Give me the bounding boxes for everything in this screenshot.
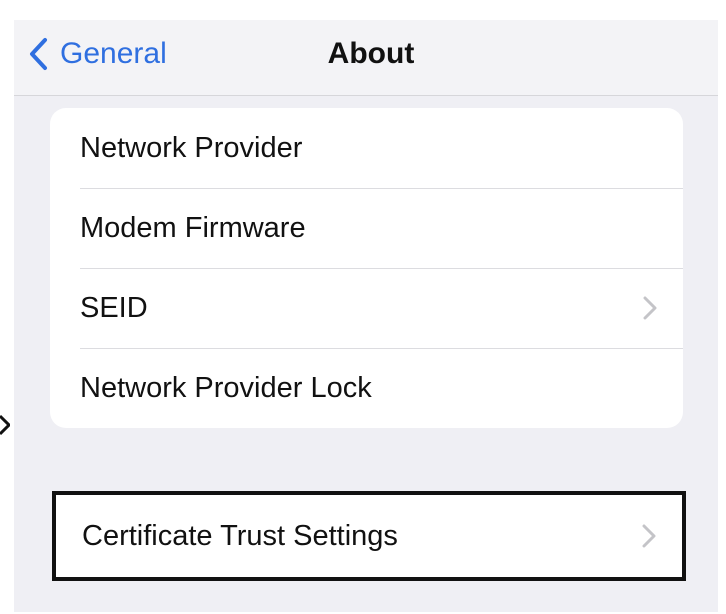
- list-item-network-provider-lock[interactable]: Network Provider Lock: [50, 348, 683, 428]
- list-item-label: SEID: [80, 291, 148, 324]
- about-screen: General About Network Provider Modem Fir…: [14, 20, 718, 612]
- list-item-label: Modem Firmware: [80, 211, 306, 244]
- list-item-label: Network Provider: [80, 131, 303, 164]
- list-item-network-provider[interactable]: Network Provider: [50, 108, 683, 188]
- arrow-head-icon: [0, 414, 10, 436]
- chevron-right-icon: [642, 524, 656, 548]
- navigation-bar: General About: [14, 20, 718, 96]
- list-item-seid[interactable]: SEID: [50, 268, 683, 348]
- list-item-modem-firmware[interactable]: Modem Firmware: [50, 188, 683, 268]
- list-item-label: Network Provider Lock: [80, 371, 372, 404]
- page-title: About: [327, 37, 415, 70]
- certificate-trust-settings-item[interactable]: Certificate Trust Settings: [56, 495, 682, 577]
- about-list: Network Provider Modem Firmware SEID Net…: [50, 108, 683, 428]
- certificate-trust-group: Certificate Trust Settings: [52, 491, 686, 581]
- chevron-right-icon: [643, 296, 657, 320]
- list-item-label: Certificate Trust Settings: [82, 519, 398, 552]
